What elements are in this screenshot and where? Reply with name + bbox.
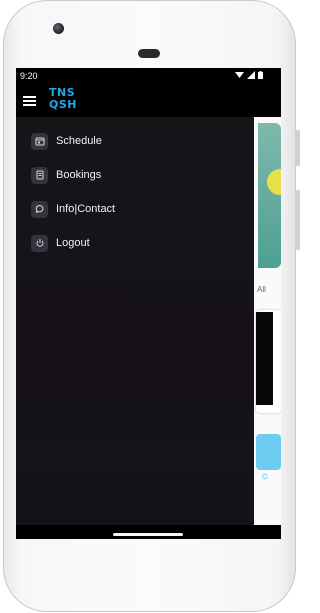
power-icon	[31, 234, 48, 252]
drawer-item-label: Info|Contact	[56, 203, 116, 215]
background-weather-card	[256, 434, 281, 470]
drawer-item-logout[interactable]: Logout	[31, 233, 241, 253]
battery-icon	[258, 71, 263, 79]
drawer-item-label: Schedule	[56, 135, 102, 147]
chat-icon	[31, 200, 48, 218]
app-logo: TNS QSH	[49, 87, 77, 115]
side-button	[295, 190, 300, 250]
drawer-item-schedule[interactable]: Schedule	[31, 131, 241, 151]
signal-icon	[247, 71, 255, 79]
navigation-bar	[16, 525, 281, 539]
app-bar: TNS QSH	[16, 84, 281, 117]
drawer-item-bookings[interactable]: Bookings	[31, 165, 241, 185]
menu-icon[interactable]	[23, 96, 36, 107]
status-icons	[235, 71, 263, 79]
home-indicator[interactable]	[113, 533, 183, 536]
earpiece-speaker	[138, 49, 160, 58]
list-icon	[31, 166, 48, 184]
screen: 9:20 TNS QSH All ☼ Schedule Bookings Inf…	[16, 68, 281, 539]
wifi-icon	[235, 72, 244, 78]
drawer-item-label: Logout	[56, 237, 90, 249]
calendar-icon	[31, 132, 48, 150]
drawer-item-info-contact[interactable]: Info|Contact	[31, 199, 241, 219]
volume-button	[295, 130, 300, 166]
filter-all-label: All	[257, 285, 266, 294]
sun-graphic	[267, 169, 281, 195]
status-time: 9:20	[20, 71, 38, 81]
phone-frame: 9:20 TNS QSH All ☼ Schedule Bookings Inf…	[0, 0, 300, 613]
status-bar: 9:20	[16, 68, 281, 84]
background-banner-card	[258, 123, 281, 268]
navigation-drawer: Schedule Bookings Info|Contact Logout	[16, 117, 254, 525]
logo-line2: QSH	[49, 98, 77, 111]
background-card	[256, 310, 281, 413]
sun-icon: ☼	[260, 470, 271, 482]
drawer-item-label: Bookings	[56, 169, 102, 181]
front-camera	[53, 23, 64, 34]
